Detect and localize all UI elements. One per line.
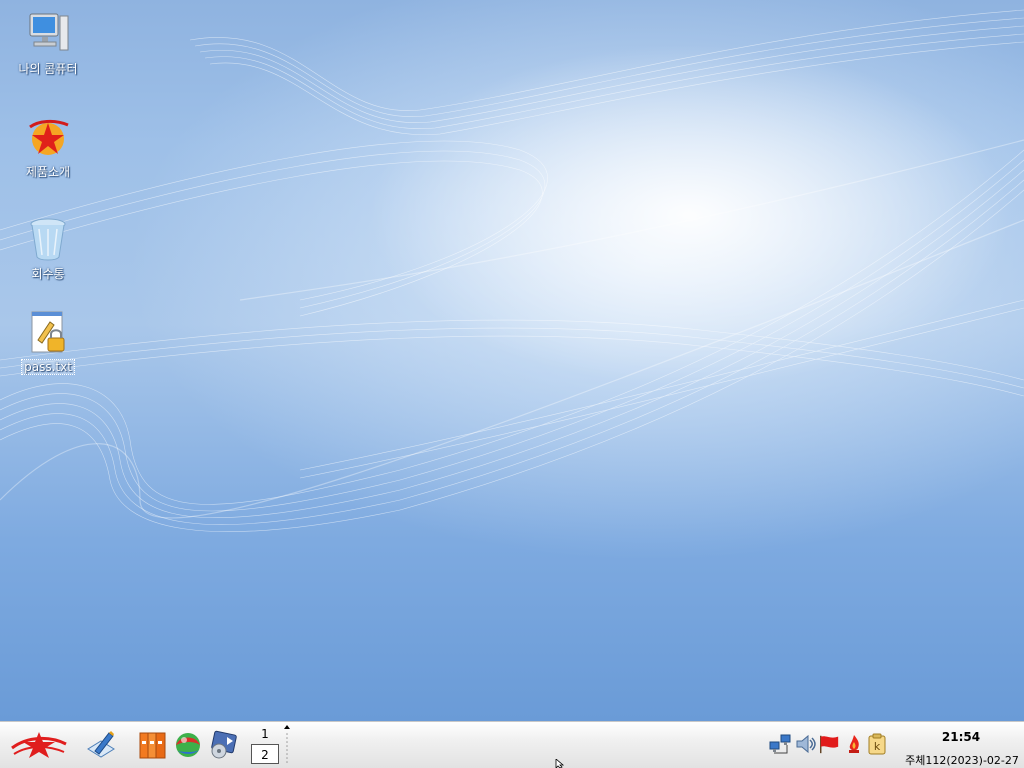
desktop-icon-product-intro[interactable]: 제품소개 [8,113,88,180]
desktop-switch-2[interactable]: 2 [251,744,279,764]
computer-icon [29,13,69,51]
desktop[interactable]: 나의 콤퓨터 제품소개 회수통 pass.txt [0,0,1024,721]
desktop-icon-pass-txt[interactable]: pass.txt [8,310,88,375]
desktop-icon-my-computer[interactable]: 나의 콤퓨터 [8,10,88,77]
red-flag-icon [820,735,839,754]
file-manager-icon [139,732,166,759]
svg-text:k: k [874,740,881,753]
flame-icon [849,735,859,753]
mouse-pointer-icon [555,759,565,768]
locked-text-file-icon [31,311,65,353]
wallpaper-waves [0,9,1024,532]
start-menu-button[interactable] [8,728,70,762]
network-tray-button[interactable] [769,733,791,755]
desktop-icon-trash[interactable]: 회수통 [8,215,88,282]
web-browser-icon [176,733,200,757]
text-editor-icon [87,731,115,758]
media-player-icon [211,730,237,759]
desktop-icon-label: 제품소개 [25,165,71,179]
desktop-icon-label: 나의 콤퓨터 [18,62,78,76]
red-star-menu-icon [11,732,67,758]
volume-tray-button[interactable] [795,733,817,755]
desktop-pager: 1 2 [251,724,281,767]
file-manager-launcher[interactable] [136,728,170,762]
desktop-icon-label: pass.txt [21,359,75,375]
taskbar: 1 2 k 21:54 주체112(2023)-02-27 [0,721,1024,768]
media-player-launcher[interactable] [206,728,240,762]
keyboard-layout-tray-button[interactable]: k [866,733,888,755]
trash-icon [30,218,66,261]
clock-time[interactable]: 21:54 [930,730,992,744]
desktop-switch-1[interactable]: 1 [251,724,279,744]
desktop-icon-label: 회수통 [31,267,65,281]
flame-tray-button[interactable] [843,733,865,755]
volume-icon [796,734,816,754]
network-icon [769,734,791,754]
flag-tray-button[interactable] [818,733,840,755]
text-editor-launcher[interactable] [84,728,118,762]
clock-date: 주체112(2023)-02-27 [905,754,1019,767]
web-browser-launcher[interactable] [171,728,205,762]
product-intro-icon [29,119,69,155]
panel-drag-handle[interactable] [283,724,291,767]
keyboard-layout-icon: k [868,733,886,755]
